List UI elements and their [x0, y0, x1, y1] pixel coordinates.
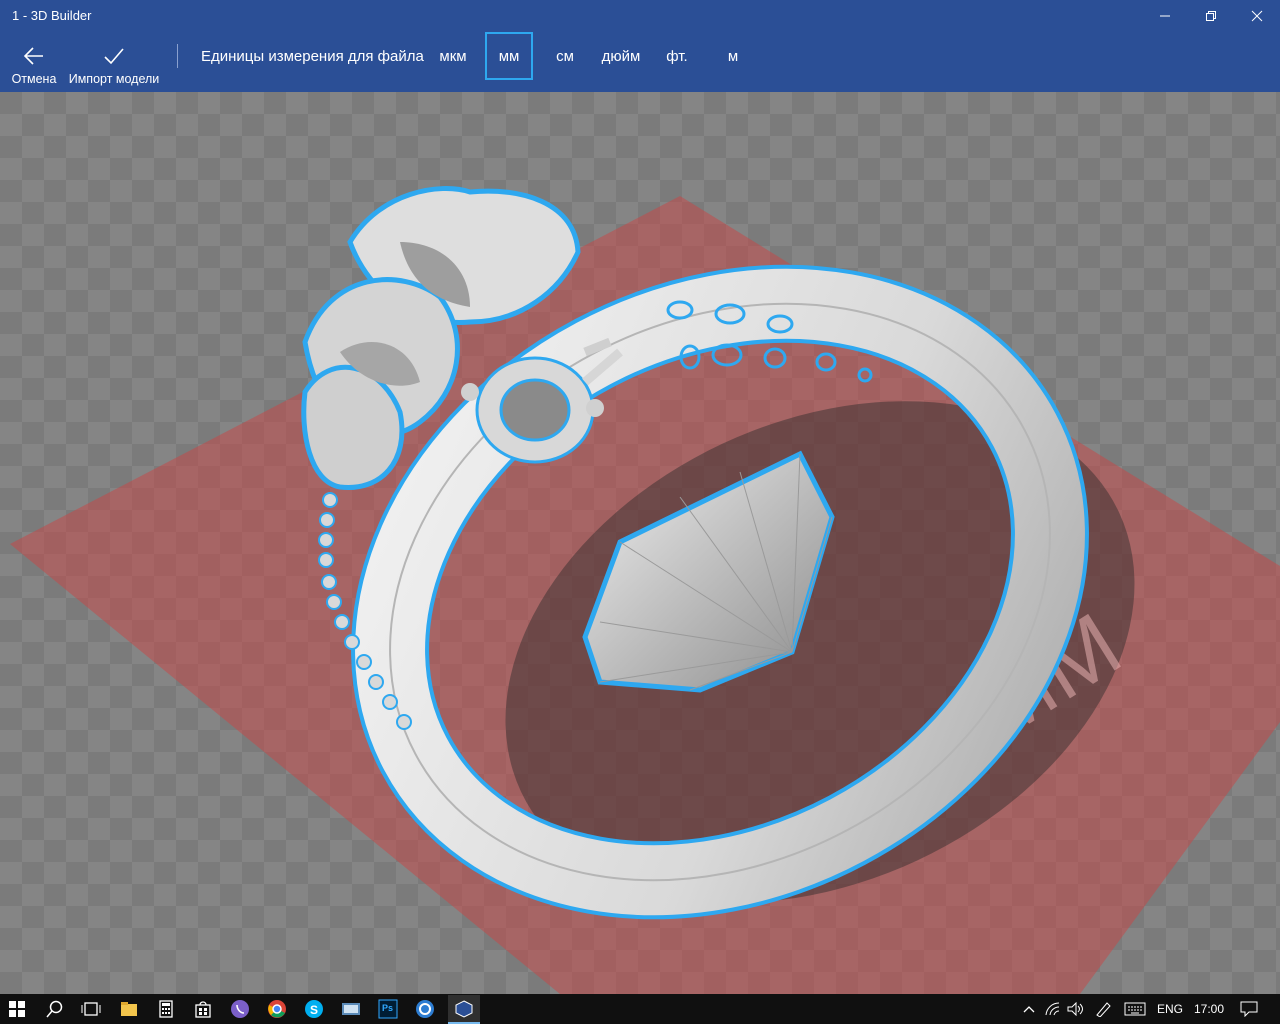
keyboard-icon	[1124, 1002, 1146, 1016]
viber-icon	[231, 1000, 249, 1018]
units-label: Единицы измерения для файла	[201, 48, 424, 65]
file-explorer-button[interactable]	[116, 996, 142, 1022]
back-arrow-icon	[23, 47, 43, 65]
cancel-label: Отмена	[11, 72, 57, 86]
volume-button[interactable]	[1063, 996, 1089, 1022]
unit-inch[interactable]: дюйм	[596, 32, 646, 80]
store-button[interactable]	[190, 996, 216, 1022]
chevron-up-icon	[1023, 1006, 1035, 1013]
taskbar: S Ps ENG 17:00	[0, 994, 1280, 1024]
toolbar-divider	[177, 44, 178, 68]
unit-centimeter[interactable]: см	[546, 32, 584, 80]
unit-micrometer[interactable]: мкм	[432, 32, 474, 80]
restore-icon	[1206, 11, 1216, 21]
network-app-icon	[342, 1003, 360, 1015]
touch-keyboard-button[interactable]	[1122, 996, 1148, 1022]
3d-viewport[interactable]: MM	[0, 92, 1280, 994]
scene: MM	[10, 186, 1280, 994]
app-icon	[416, 1000, 434, 1018]
network-app-button[interactable]	[338, 996, 364, 1022]
wifi-icon	[1045, 1002, 1060, 1016]
minimize-button[interactable]	[1142, 0, 1188, 32]
windows-start-button[interactable]	[4, 996, 30, 1022]
pen-icon	[1096, 1002, 1111, 1017]
calculator-button[interactable]	[153, 996, 179, 1022]
skype-icon: S	[305, 1000, 323, 1018]
viber-button[interactable]	[227, 996, 253, 1022]
task-view-button[interactable]	[78, 996, 104, 1022]
action-center-button[interactable]	[1236, 996, 1262, 1022]
restore-button[interactable]	[1188, 0, 1234, 32]
import-model-label: Импорт модели	[68, 72, 160, 86]
bezel-hole	[499, 378, 571, 442]
skype-button[interactable]: S	[301, 996, 327, 1022]
svg-text:S: S	[310, 1003, 318, 1017]
unit-meter[interactable]: м	[720, 32, 746, 80]
windows-start-icon	[9, 1001, 25, 1017]
input-language[interactable]: ENG	[1157, 1002, 1183, 1016]
clock[interactable]: 17:00	[1194, 1002, 1224, 1016]
calculator-icon	[159, 1000, 173, 1018]
chrome-icon	[268, 1000, 286, 1018]
unit-foot[interactable]: фт.	[660, 32, 694, 80]
search-button[interactable]	[42, 996, 68, 1022]
checkmark-icon	[104, 48, 124, 65]
show-hidden-icons-button[interactable]	[1016, 996, 1042, 1022]
prong-ball	[586, 399, 604, 417]
toolbar: Отмена Импорт модели Единицы измерения д…	[0, 32, 1280, 92]
chrome-button[interactable]	[264, 996, 290, 1022]
window-title: 1 - 3D Builder	[12, 8, 92, 23]
close-button[interactable]	[1234, 0, 1280, 32]
pen-workspace-button[interactable]	[1091, 996, 1117, 1022]
app-button[interactable]	[412, 996, 438, 1022]
store-icon	[195, 1001, 211, 1018]
minimize-icon	[1160, 15, 1170, 17]
title-bar: 1 - 3D Builder	[0, 0, 1280, 32]
prong-ball	[461, 383, 479, 401]
search-icon	[46, 1000, 63, 1018]
cancel-button[interactable]: Отмена	[10, 32, 58, 92]
3d-builder-icon	[455, 1000, 473, 1018]
task-view-icon	[81, 1002, 101, 1016]
notification-icon	[1240, 1001, 1258, 1017]
photoshop-button[interactable]: Ps	[375, 996, 401, 1022]
file-explorer-icon	[121, 1002, 137, 1016]
close-icon	[1251, 10, 1263, 22]
photoshop-label: Ps	[382, 1003, 394, 1013]
volume-icon	[1067, 1002, 1083, 1016]
3d-builder-taskbar-button[interactable]	[448, 995, 480, 1024]
import-model-button[interactable]: Импорт модели	[68, 32, 160, 92]
unit-millimeter[interactable]: мм	[485, 32, 533, 80]
